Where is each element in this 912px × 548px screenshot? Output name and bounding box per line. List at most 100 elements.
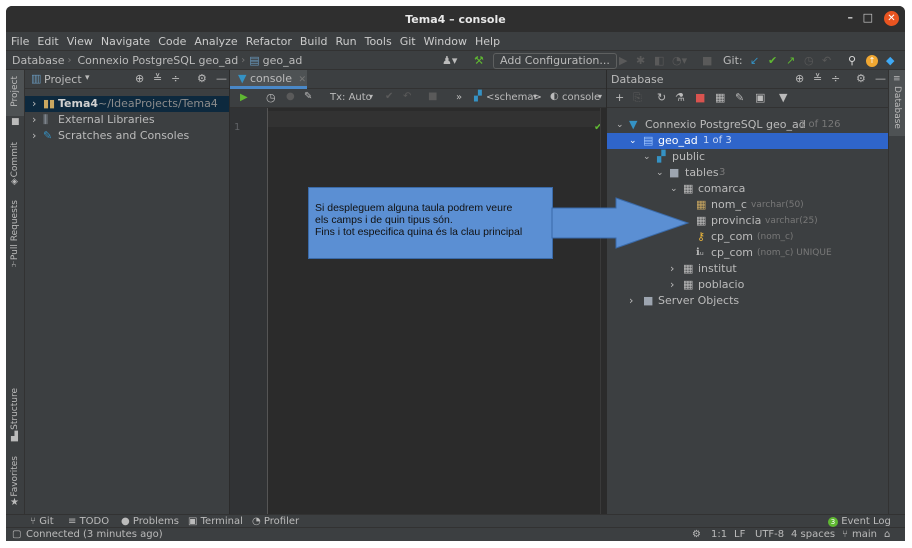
indent-setting[interactable]: 4 spaces [791,528,835,541]
db-tree-server-objects[interactable]: › ■ Server Objects [607,293,888,309]
add-configuration-button[interactable]: Add Configuration... [493,53,617,69]
tree-item-scratches[interactable]: › ✎ Scratches and Consoles [25,128,229,144]
db-tree-connection[interactable]: ⌄ ▼ Connexio PostgreSQL geo_ad 1 of 126 [607,117,888,133]
commit-stripe-button[interactable]: Commit [10,142,20,177]
settings-wrench-icon[interactable]: ✎ [304,91,312,102]
close-tab-icon[interactable]: ✕ [296,75,307,85]
maximize-button[interactable]: □ [863,11,873,24]
history-icon[interactable]: ◷ [804,53,814,69]
chevron-down-icon[interactable]: ▾ [85,73,90,83]
current-line[interactable] [268,111,606,127]
menu-help[interactable]: Help [475,35,500,48]
menu-navigate[interactable]: Navigate [101,35,150,48]
db-tree-table-institut[interactable]: › ▦ institut [607,261,888,277]
collapse-all-icon[interactable]: ÷ [831,72,840,85]
minimize-button[interactable]: – [848,11,854,24]
chevron-right-icon[interactable]: › [670,277,674,293]
git-push-icon[interactable]: ↗ [786,53,795,69]
breadcrumb-connection[interactable]: Connexio PostgreSQL geo_ad [72,54,242,67]
table-icon[interactable]: ▦ [715,91,725,104]
breadcrumb-database[interactable]: Database [6,54,68,67]
run-icon[interactable]: ▶ [619,53,627,69]
chevron-down-icon[interactable]: ⌄ [643,149,651,165]
menu-build[interactable]: Build [300,35,328,48]
expand-all-icon[interactable]: ≚ [813,72,822,85]
line-separator[interactable]: LF [734,528,745,541]
chevron-right-icon[interactable]: › [32,128,36,144]
session-selector[interactable]: console [562,92,600,103]
menu-refactor[interactable]: Refactor [246,35,292,48]
chevron-down-icon[interactable]: ▾ [598,92,602,101]
db-tree-table-comarca[interactable]: ⌄ ▦ comarca [607,181,888,197]
lock-icon[interactable]: ⌂ [884,528,890,541]
favorites-stripe-button[interactable]: Favorites [10,456,20,497]
profile-icon[interactable]: ◔▾ [672,53,687,69]
history-icon[interactable]: ◷ [266,91,276,104]
database-stripe-button[interactable]: Database [892,86,902,129]
chevron-right-icon[interactable]: › [670,261,674,277]
chevron-right-icon[interactable]: › [32,112,36,128]
close-button[interactable]: ✕ [884,11,899,26]
chevron-down-icon[interactable]: ▾ [369,92,373,101]
db-tree-tables[interactable]: ⌄ ■ tables 3 [607,165,888,181]
menu-tools[interactable]: Tools [365,35,392,48]
structure-stripe-button[interactable]: Structure [10,388,20,430]
coverage-icon[interactable]: ◧ [654,53,664,69]
git-update-icon[interactable]: ↙ [750,53,759,69]
tree-item-tema4[interactable]: › ▮▮ Tema4 ~/IdeaProjects/Tema4 [25,96,229,112]
expand-all-icon[interactable]: ≚ [153,72,162,85]
tree-item-external-libraries[interactable]: › ⫼ External Libraries [25,112,229,128]
tx-mode-selector[interactable]: Tx: Auto [330,92,372,103]
db-tree-table-poblacio[interactable]: › ▦ poblacio [607,277,888,293]
execute-icon[interactable]: ▶ [240,92,248,103]
search-icon[interactable]: ⚲ [848,53,856,69]
menu-view[interactable]: View [67,35,93,48]
gear-icon[interactable]: ⚙ [856,72,866,85]
debug-icon[interactable]: ✱ [636,53,645,69]
menu-git[interactable]: Git [400,35,416,48]
menu-edit[interactable]: Edit [37,35,58,48]
rollback-icon[interactable]: ↶ [403,91,411,102]
copy-icon[interactable]: ⎘ [633,91,642,105]
menu-file[interactable]: File [11,35,29,48]
chevron-right-icon[interactable]: › [32,96,36,112]
stop-icon[interactable]: ■ [702,53,712,69]
chevron-right-icon[interactable]: › [629,293,633,309]
user-icon[interactable]: ♟▾ [442,53,457,69]
breadcrumb-geo-ad[interactable]: geo_ad [260,54,306,67]
menu-window[interactable]: Window [424,35,467,48]
properties-icon[interactable]: ⚗ [675,91,685,104]
chevron-down-icon[interactable]: ⌄ [629,133,637,149]
more-icon[interactable]: » [456,92,462,103]
commit-icon[interactable]: ✔ [385,91,393,102]
tab-console[interactable]: ▼ console ✕ [230,70,307,89]
hide-icon[interactable]: — [216,72,227,85]
locate-icon[interactable]: ⊕ [795,72,804,85]
db-tree-database[interactable]: ⌄ ▤ geo_ad 1 of 3 [607,133,888,149]
locate-icon[interactable]: ⊕ [135,72,144,85]
pull-requests-stripe-button[interactable]: Pull Requests [10,200,20,260]
project-stripe-button[interactable]: Project [10,76,20,107]
stop-icon[interactable]: ■ [695,91,705,104]
cancel-icon[interactable]: ■ [428,91,437,102]
chevron-down-icon[interactable]: ⌄ [616,117,624,133]
edit-icon[interactable]: ✎ [735,91,744,104]
console-icon[interactable]: ▣ [755,91,765,104]
collapse-all-icon[interactable]: ÷ [171,72,180,85]
rollback-icon[interactable]: ↶ [822,53,831,69]
stop-icon[interactable]: ● [286,91,295,102]
gear-icon[interactable]: ⚙ [197,72,207,85]
refresh-icon[interactable]: ↻ [657,91,666,104]
file-encoding[interactable]: UTF-8 [755,528,784,541]
add-icon[interactable]: + [615,91,624,104]
project-view-selector[interactable]: Project [44,73,82,86]
jetbrains-icon[interactable]: ◆ [886,53,894,69]
menu-code[interactable]: Code [158,35,186,48]
menu-run[interactable]: Run [336,35,357,48]
git-branch[interactable]: main [852,528,877,541]
chevron-down-icon[interactable]: ▾ [533,92,537,101]
db-tree-schema[interactable]: ⌄ ▞ public [607,149,888,165]
chevron-down-icon[interactable]: ⌄ [656,165,664,181]
git-commit-icon[interactable]: ✔ [768,53,777,69]
caret-position[interactable]: 1:1 [711,528,727,541]
